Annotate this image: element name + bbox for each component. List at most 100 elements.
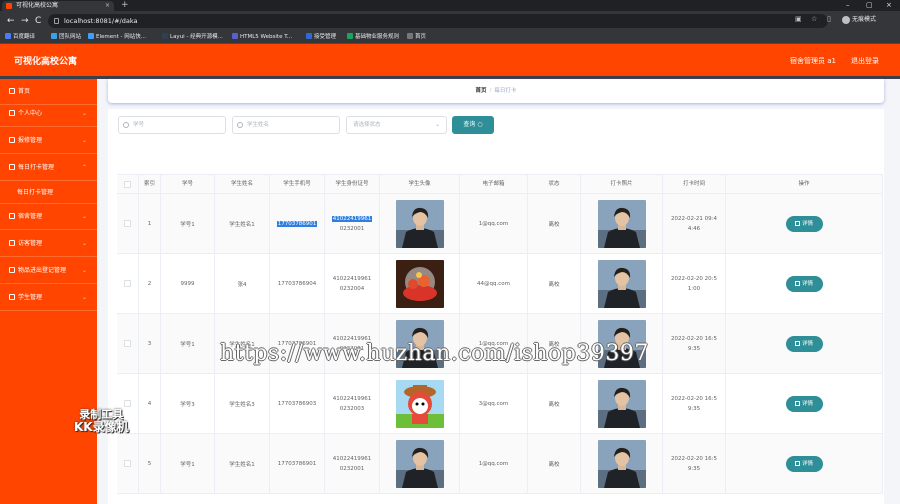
student-name: 学生姓名3 (229, 401, 255, 408)
maximize-icon[interactable]: ▢ (866, 0, 873, 11)
box-icon (9, 267, 15, 273)
table-row[interactable]: 1 学号1 学生姓名1 17703786901 41022419961 0232001 1@… (117, 194, 883, 254)
sidebar-item-dorm[interactable]: 宿舍管理 ⌄ (0, 204, 97, 230)
bookmark-item[interactable]: Layui - 经典开源模... (162, 33, 223, 42)
admin-name: 宿舍管理员 a1 (790, 57, 836, 65)
row-checkbox[interactable] (124, 340, 131, 347)
sidebar-subitem-daily-checkin[interactable]: 每日打卡管理 (0, 181, 97, 204)
bookmark-item[interactable]: 接受管理 (306, 33, 336, 42)
sidebar-item-label: 首页 (18, 88, 31, 95)
student-email: 44@qq.com (477, 280, 510, 287)
bookmark-item[interactable]: 团队网站 (51, 33, 81, 42)
sidebar-item-repair[interactable]: 报修管理 ⌄ (0, 128, 97, 154)
sidebar-item-student[interactable]: 学生管理 ⌄ (0, 285, 97, 311)
document-icon (794, 460, 800, 466)
id-number-part: 41022419961 (332, 275, 372, 282)
guest-profile[interactable]: 无痕模式 (842, 14, 876, 24)
student-phone: 17703786901 (276, 220, 318, 227)
checkin-time: 2022-02-20 16:59:35 (663, 434, 726, 493)
logout-link[interactable]: 退出登录 (851, 56, 879, 66)
row-checkbox[interactable] (124, 220, 131, 227)
table-row[interactable]: 2 9999 张4 17703786904 41022419961 0232004 44@q… (117, 254, 883, 314)
student-email: 1@qq.com (478, 460, 509, 467)
student-avatar-cell (380, 254, 460, 313)
student-avatar-cell (380, 374, 460, 433)
address-bar[interactable]: localhost:8081/#/daka (48, 14, 828, 28)
sidebar-item-profile[interactable]: 个人中心 ⌄ (0, 101, 97, 127)
back-icon[interactable]: ← (7, 15, 15, 27)
checkin-time-text: 2022-02-20 16:59:35 (670, 455, 718, 472)
sidebar-item-checkin[interactable]: 每日打卡管理 ⌃ (0, 155, 97, 181)
detail-button[interactable]: 详情 (785, 395, 823, 412)
table-row[interactable]: 5 学号1 学生姓名1 17703786901 41022419961 0232001 1@… (117, 434, 883, 494)
chevron-down-icon: ⌄ (81, 110, 87, 117)
bookmark-item[interactable]: 基础物业服务规则 (347, 33, 399, 42)
minimize-icon[interactable]: – (846, 0, 850, 11)
student-phone: 17703786901 (277, 460, 317, 467)
query-button[interactable]: 查询 ○ (452, 116, 494, 134)
query-label: 查询 (463, 121, 476, 128)
actions-cell: 详情 (726, 434, 883, 493)
reload-icon[interactable]: C (35, 15, 41, 27)
row-checkbox[interactable] (124, 400, 131, 407)
student-name-input[interactable]: 学生姓名 (232, 116, 340, 134)
column-header: 学生身份证号 (325, 175, 380, 194)
chevron-down-icon: ⌄ (81, 137, 87, 144)
forward-icon[interactable]: → (21, 15, 29, 27)
student-avatar-image (395, 259, 444, 308)
bookmark-icon (162, 33, 168, 39)
student-email: 1@qq.com (478, 220, 509, 227)
bookmark-item[interactable]: 首页 (407, 33, 426, 42)
translate-icon[interactable]: ▣ (795, 15, 802, 23)
student-email-cell: 3@qq.com (460, 374, 528, 433)
detail-button[interactable]: 详情 (785, 215, 823, 232)
new-tab-button[interactable]: + (121, 0, 129, 11)
bookmark-item[interactable]: 百度翻译 (5, 33, 35, 42)
breadcrumb-home[interactable]: 首页 (476, 88, 487, 94)
student-name-cell: 学生姓名1 (215, 194, 270, 253)
sidebar-item-visitor[interactable]: 访客管理 ⌄ (0, 231, 97, 257)
select-all-checkbox-cell[interactable] (117, 175, 139, 194)
column-header: 索引 (139, 175, 161, 194)
student-icon (9, 294, 15, 300)
status-select[interactable]: 请选择状态 ⌄ (346, 116, 447, 134)
detail-button[interactable]: 详情 (785, 335, 823, 352)
row-index: 3 (147, 340, 152, 347)
watermark-url: https://www.huzhan.com/ishop39397 (220, 341, 649, 366)
student-email-cell: 1@qq.com (460, 194, 528, 253)
tab-close-icon[interactable]: × (105, 1, 110, 11)
bookmark-icon (407, 33, 413, 39)
table-row[interactable]: 4 学号3 学生姓名3 17703786903 41022419961 0232003 3@… (117, 374, 883, 434)
status-text: 离校 (548, 221, 560, 228)
row-checkbox[interactable] (124, 280, 131, 287)
status-text-cell: 离校 (528, 374, 581, 433)
chevron-down-icon: ⌄ (81, 267, 87, 274)
sidebar-item-goods[interactable]: 物品进出登记管理 ⌄ (0, 258, 97, 284)
id-number-part: 41022419961 (332, 455, 372, 462)
detail-button[interactable]: 详情 (785, 275, 823, 292)
bookmark-item[interactable]: Element - 网站快... (88, 33, 146, 42)
select-all-checkbox[interactable] (124, 181, 131, 188)
student-avatar-cell (380, 434, 460, 493)
checkin-photo-image (597, 259, 646, 308)
checkin-time: 2022-02-21 09:44:46 (663, 194, 726, 253)
detail-label: 详情 (801, 400, 813, 407)
sidebar-subitem-label: 每日打卡管理 (17, 189, 54, 196)
window-close-icon[interactable]: × (886, 0, 892, 11)
document-icon (794, 400, 800, 406)
column-header: 学生头像 (380, 175, 460, 194)
checkin-time-text: 2022-02-20 16:59:35 (670, 335, 718, 352)
bookmarks-bar: 百度翻译 团队网站 Element - 网站快... Layui - 经典开源模… (0, 31, 900, 44)
main-area: 首页 / 每日打卡 学号 学生姓名 请选择状态 ⌄ 查询 ○ 索引 学号 学生姓名 学生手机… (97, 79, 900, 504)
student-no-input[interactable]: 学号 (118, 116, 226, 134)
detail-button[interactable]: 详情 (785, 455, 823, 472)
watermark-line: KK录像机 (74, 420, 129, 434)
browser-toolbar: ← → C localhost:8081/#/daka (0, 11, 900, 31)
column-header: 学生姓名 (215, 175, 270, 194)
chevron-down-icon: ⌄ (434, 121, 440, 128)
site-info-icon[interactable] (54, 18, 59, 24)
student-name-cell: 张4 (215, 254, 270, 313)
bookmark-item[interactable]: HTML5 Website T... (232, 33, 292, 42)
browser-tab[interactable]: 可视化高校公寓 × (2, 1, 114, 11)
row-checkbox[interactable] (124, 460, 131, 467)
